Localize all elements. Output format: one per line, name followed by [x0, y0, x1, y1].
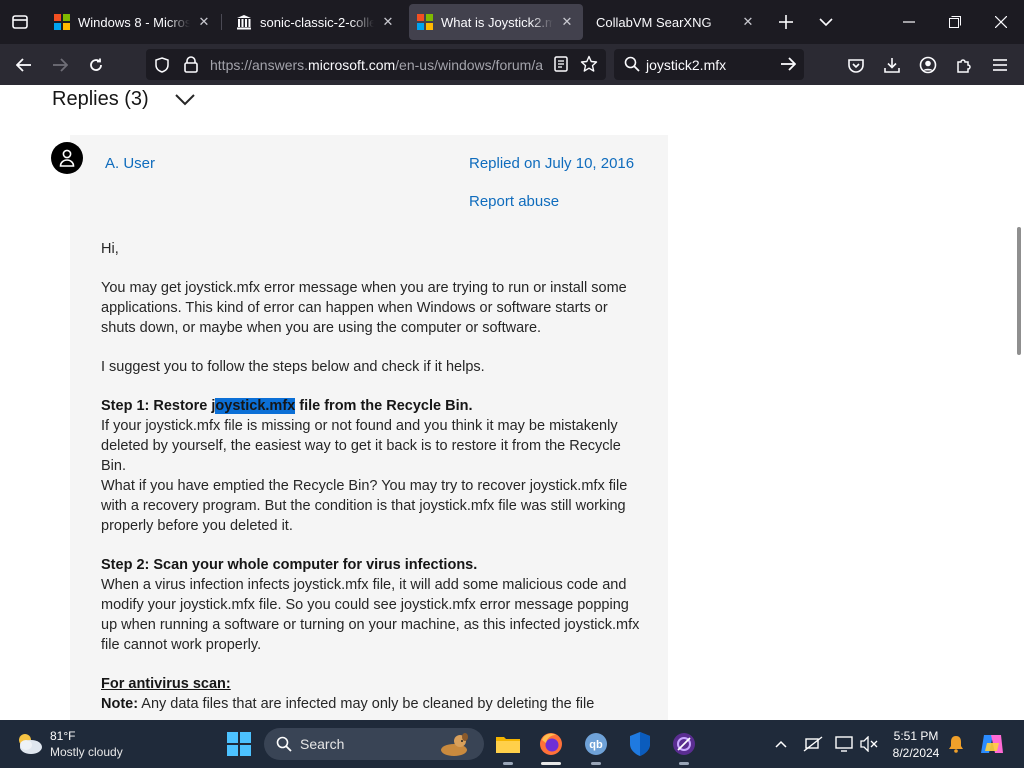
antivirus-heading-text: For antivirus scan:	[101, 676, 231, 692]
user-avatar-icon	[51, 142, 83, 174]
close-tab-icon[interactable]: ✕	[740, 14, 756, 30]
downloads-icon[interactable]	[879, 52, 905, 78]
taskbar-search-box[interactable]: Search	[264, 728, 484, 760]
reload-icon[interactable]	[83, 52, 109, 78]
cloudy-weather-icon[interactable]	[14, 730, 44, 761]
hamburger-menu-icon[interactable]	[987, 52, 1013, 78]
close-tab-icon[interactable]: ✕	[380, 14, 396, 30]
taskbar: 81°F Mostly cloudy Search qb 5:51 PM 8/2…	[0, 720, 1024, 768]
tab-sonic-classic[interactable]: sonic-classic-2-collect ✕	[228, 4, 404, 40]
tab-title: sonic-classic-2-collect	[260, 14, 374, 30]
url-host: microsoft.com	[308, 57, 396, 73]
archive-building-icon	[236, 14, 252, 30]
volume-muted-icon[interactable]	[854, 729, 884, 759]
tab-title: CollabVM SearXNG	[596, 14, 712, 30]
bookmark-star-icon[interactable]	[580, 55, 598, 78]
taskbar-search-label: Search	[300, 736, 345, 752]
microsoft-logo-icon	[417, 14, 433, 30]
intro-paragraph: You may get joystick.mfx error message w…	[101, 280, 627, 336]
tab-windows-8[interactable]: Windows 8 - Microsoft ✕	[46, 4, 220, 40]
back-arrow-icon[interactable]	[11, 52, 37, 78]
replied-date[interactable]: Replied on July 10, 2016	[469, 155, 634, 172]
tab-collabvm-searxng[interactable]: CollabVM SearXNG ✕	[588, 4, 764, 40]
step2-heading: Step 2: Scan your whole computer for vir…	[101, 555, 646, 575]
notification-bell-icon[interactable]	[941, 729, 971, 759]
restore-icon[interactable]	[943, 10, 967, 34]
extensions-puzzle-icon[interactable]	[951, 52, 977, 78]
file-explorer-icon[interactable]	[493, 729, 523, 759]
note-paragraph: Note: Any data files that are infected m…	[101, 694, 646, 714]
selected-text-highlight: oystick.mfx	[215, 398, 296, 414]
url-path: /en-us/windows/forum/a	[395, 57, 544, 73]
page-content: Replies (3) A. User Replied on July 10, …	[0, 85, 1024, 720]
tab-title: Windows 8 - Microsoft	[78, 14, 190, 30]
copilot-icon[interactable]	[977, 729, 1007, 759]
firefox-icon[interactable]	[536, 729, 566, 759]
active-indicator	[541, 762, 561, 765]
show-hidden-icons-chevron-icon[interactable]	[766, 729, 796, 759]
windows-security-shield-icon[interactable]	[625, 729, 655, 759]
windows-start-icon[interactable]	[224, 729, 254, 759]
new-tab-plus-icon[interactable]	[774, 10, 798, 34]
firefox-view-icon[interactable]	[8, 10, 32, 34]
search-go-arrow-icon[interactable]	[780, 57, 797, 76]
note-label: Note:	[101, 696, 139, 712]
weather-condition[interactable]: Mostly cloudy	[50, 745, 123, 759]
svg-text:qb: qb	[589, 739, 603, 751]
list-tabs-chevron-icon[interactable]	[814, 10, 838, 34]
network-disconnected-icon[interactable]	[798, 729, 828, 759]
step1-heading: Step 1: Restore joystick.mfx file from t…	[101, 396, 646, 416]
clock-time[interactable]: 5:51 PM	[886, 729, 946, 743]
chevron-down-icon[interactable]	[174, 89, 196, 111]
vpn-app-icon[interactable]	[669, 729, 699, 759]
search-icon	[276, 736, 292, 757]
scrollbar-thumb[interactable]	[1017, 227, 1021, 355]
close-tab-icon[interactable]: ✕	[559, 14, 575, 30]
step1-paragraph-a: If your joystick.mfx file is missing or …	[101, 418, 621, 474]
clock-date[interactable]: 8/2/2024	[886, 746, 946, 760]
step2-heading-text: Step 2: Scan your whole computer for vir…	[101, 557, 478, 573]
running-indicator	[503, 762, 513, 765]
url-prefix: https://answers.	[210, 57, 309, 73]
navigation-toolbar: https://answers.microsoft.com/en-us/wind…	[0, 44, 1024, 85]
suggestion-paragraph: I suggest you to follow the steps below …	[101, 359, 485, 375]
running-indicator	[679, 762, 689, 765]
minimize-icon[interactable]	[897, 10, 921, 34]
pocket-icon[interactable]	[843, 52, 869, 78]
tab-strip: Windows 8 - Microsoft ✕ sonic-classic-2-…	[0, 0, 1024, 44]
report-abuse-link[interactable]: Report abuse	[469, 193, 559, 210]
step1-paragraph-b: What if you have emptied the Recycle Bin…	[101, 478, 628, 534]
tab-separator	[221, 14, 222, 30]
tab-title: What is Joystick2.mfx?	[441, 14, 553, 30]
search-highlight-dog-icon	[436, 730, 474, 763]
microsoft-logo-icon	[54, 14, 70, 30]
search-icon	[624, 56, 640, 77]
close-tab-icon[interactable]: ✕	[196, 14, 212, 30]
search-query[interactable]: joystick2.mfx	[646, 57, 726, 73]
search-bar[interactable]: joystick2.mfx	[614, 49, 804, 80]
tracking-protection-shield-icon[interactable]	[155, 57, 169, 78]
note-text: Any data files that are infected may onl…	[138, 696, 595, 712]
weather-temperature[interactable]: 81°F	[50, 729, 75, 743]
running-indicator	[591, 762, 601, 765]
tab-joystick2[interactable]: What is Joystick2.mfx? ✕	[409, 4, 583, 40]
forward-arrow-icon[interactable]	[47, 52, 73, 78]
greeting: Hi,	[101, 241, 119, 257]
close-window-icon[interactable]	[989, 10, 1013, 34]
qbittorrent-icon[interactable]: qb	[581, 729, 611, 759]
url-text[interactable]: https://answers.microsoft.com/en-us/wind…	[210, 57, 550, 73]
step2-paragraph: When a virus infection infects joystick.…	[101, 577, 640, 653]
reply-body: Hi, You may get joystick.mfx error messa…	[101, 239, 646, 714]
replies-heading: Replies (3)	[52, 88, 149, 110]
padlock-icon[interactable]	[184, 56, 198, 78]
reply-author[interactable]: A. User	[105, 155, 155, 172]
step1-heading-end: file from the Recycle Bin.	[295, 398, 473, 414]
url-bar[interactable]: https://answers.microsoft.com/en-us/wind…	[146, 49, 606, 80]
reader-view-icon[interactable]	[554, 56, 568, 77]
step1-heading-start: Step 1: Restore j	[101, 398, 216, 414]
antivirus-heading: For antivirus scan:	[101, 674, 646, 694]
account-icon[interactable]	[915, 52, 941, 78]
